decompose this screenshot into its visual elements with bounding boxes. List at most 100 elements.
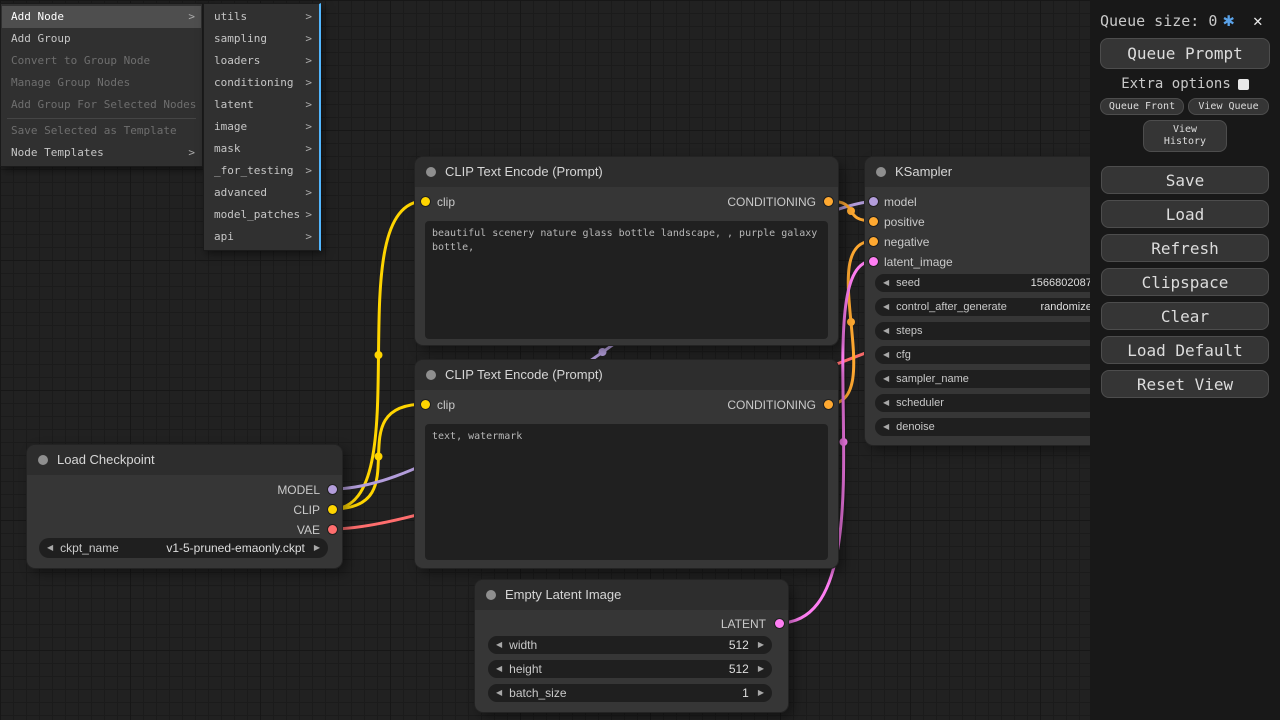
link-midpoint-dot[interactable]: [840, 438, 848, 446]
submenu-item-conditioning[interactable]: conditioning >: [205, 72, 318, 94]
widget-sampler-name[interactable]: ◀ sampler_name ▶: [875, 370, 1115, 388]
refresh-button[interactable]: Refresh: [1101, 234, 1269, 262]
submenu-arrow-icon: >: [188, 142, 195, 164]
clear-button[interactable]: Clear: [1101, 302, 1269, 330]
clipspace-button[interactable]: Clipspace: [1101, 268, 1269, 296]
submenu-item-for-testing[interactable]: _for_testing >: [205, 160, 318, 182]
decrement-icon[interactable]: ◀: [496, 665, 502, 673]
widget-batch-size[interactable]: ◀ batch_size 1 ▶: [488, 684, 772, 702]
menu-item-node-templates[interactable]: Node Templates >: [2, 142, 201, 164]
view-queue-button[interactable]: View Queue: [1188, 98, 1269, 115]
menu-item-add-group[interactable]: Add Group: [2, 28, 201, 50]
decrement-icon[interactable]: ◀: [883, 375, 889, 383]
prev-option-icon[interactable]: ◀: [47, 544, 53, 552]
input-slot-clip[interactable]: [421, 400, 430, 409]
submenu-item-latent[interactable]: latent >: [205, 94, 318, 116]
submenu-item-advanced[interactable]: advanced >: [205, 182, 318, 204]
node-title-bar[interactable]: Load Checkpoint: [27, 445, 342, 475]
input-slot-label: latent_image: [884, 255, 953, 269]
submenu-arrow-icon: >: [305, 6, 312, 28]
submenu-item-api[interactable]: api >: [205, 226, 318, 248]
reset-view-button[interactable]: Reset View: [1101, 370, 1269, 398]
node-title-bar[interactable]: KSampler: [865, 157, 1125, 187]
widget-ckpt-name[interactable]: ◀ ckpt_name v1-5-pruned-emaonly.ckpt ▶: [39, 538, 328, 558]
node-load-checkpoint[interactable]: Load Checkpoint MODEL CLIP VAE ◀ ckpt_na…: [27, 445, 342, 568]
submenu-item-model-patches[interactable]: model_patches >: [205, 204, 318, 226]
load-button[interactable]: Load: [1101, 200, 1269, 228]
collapse-dot[interactable]: [38, 455, 48, 465]
decrement-icon[interactable]: ◀: [883, 303, 889, 311]
increment-icon[interactable]: ▶: [758, 641, 764, 649]
menu-item-add-node[interactable]: Add Node >: [2, 6, 201, 28]
submenu-item-utils[interactable]: utils >: [205, 6, 318, 28]
output-slot-model[interactable]: [328, 485, 337, 494]
decrement-icon[interactable]: ◀: [496, 641, 502, 649]
widget-steps[interactable]: ◀ steps ▶: [875, 322, 1115, 340]
node-empty-latent-image[interactable]: Empty Latent Image LATENT ◀ width 512 ▶ …: [475, 580, 788, 712]
load-default-button[interactable]: Load Default: [1101, 336, 1269, 364]
decrement-icon[interactable]: ◀: [883, 351, 889, 359]
queue-prompt-button[interactable]: Queue Prompt: [1100, 38, 1270, 69]
submenu-arrow-icon: >: [305, 160, 312, 182]
menu-item-add-group-for-selected[interactable]: Add Group For Selected Nodes: [2, 94, 201, 116]
submenu-item-mask[interactable]: mask >: [205, 138, 318, 160]
prompt-textarea[interactable]: beautiful scenery nature glass bottle la…: [425, 221, 828, 339]
comfy-menu-panel: Queue size: 0 ✱ ✕ Queue Prompt Extra opt…: [1090, 0, 1280, 720]
link-midpoint-dot[interactable]: [847, 318, 855, 326]
node-title-bar[interactable]: Empty Latent Image: [475, 580, 788, 610]
node-title-bar[interactable]: CLIP Text Encode (Prompt): [415, 360, 838, 390]
input-slot-positive[interactable]: [869, 217, 878, 226]
settings-icon[interactable]: ✱: [1223, 9, 1234, 31]
widget-control-after-generate[interactable]: ◀ control_after_generate randomize ▶: [875, 298, 1115, 316]
link-midpoint-dot[interactable]: [847, 207, 855, 215]
node-title-bar[interactable]: CLIP Text Encode (Prompt): [415, 157, 838, 187]
collapse-dot[interactable]: [426, 370, 436, 380]
menu-item-convert-to-group-node[interactable]: Convert to Group Node: [2, 50, 201, 72]
link-midpoint-dot[interactable]: [599, 348, 607, 356]
prompt-textarea[interactable]: text, watermark: [425, 424, 828, 560]
menu-item-manage-group-nodes[interactable]: Manage Group Nodes: [2, 72, 201, 94]
save-button[interactable]: Save: [1101, 166, 1269, 194]
menu-item-save-selected-as-template[interactable]: Save Selected as Template: [2, 120, 201, 142]
extra-options-checkbox[interactable]: [1238, 79, 1249, 90]
input-slot-clip[interactable]: [421, 197, 430, 206]
widget-seed[interactable]: ◀ seed 1566802087 ▶: [875, 274, 1115, 292]
node-clip-text-encode-positive[interactable]: CLIP Text Encode (Prompt) clip CONDITION…: [415, 157, 838, 345]
output-slot-conditioning[interactable]: [824, 400, 833, 409]
increment-icon[interactable]: ▶: [758, 689, 764, 697]
output-slot-vae[interactable]: [328, 525, 337, 534]
collapse-dot[interactable]: [486, 590, 496, 600]
decrement-icon[interactable]: ◀: [496, 689, 502, 697]
widget-scheduler[interactable]: ◀ scheduler ▶: [875, 394, 1115, 412]
node-ksampler[interactable]: KSampler model positive negative latent_…: [865, 157, 1125, 445]
decrement-icon[interactable]: ◀: [883, 327, 889, 335]
close-icon[interactable]: ✕: [1253, 11, 1263, 30]
decrement-icon[interactable]: ◀: [883, 399, 889, 407]
collapse-dot[interactable]: [426, 167, 436, 177]
view-history-button[interactable]: View History: [1143, 120, 1227, 152]
input-slot-latent-image[interactable]: [869, 257, 878, 266]
output-slot-latent[interactable]: [775, 619, 784, 628]
collapse-dot[interactable]: [876, 167, 886, 177]
output-slot-clip[interactable]: [328, 505, 337, 514]
decrement-icon[interactable]: ◀: [883, 279, 889, 287]
widget-cfg[interactable]: ◀ cfg ▶: [875, 346, 1115, 364]
decrement-icon[interactable]: ◀: [883, 423, 889, 431]
link-midpoint-dot[interactable]: [375, 351, 383, 359]
submenu-arrow-icon: >: [305, 72, 312, 94]
widget-width[interactable]: ◀ width 512 ▶: [488, 636, 772, 654]
queue-front-button[interactable]: Queue Front: [1100, 98, 1184, 115]
submenu-item-image[interactable]: image >: [205, 116, 318, 138]
output-slot-conditioning[interactable]: [824, 197, 833, 206]
input-slot-model[interactable]: [869, 197, 878, 206]
input-slot-negative[interactable]: [869, 237, 878, 246]
increment-icon[interactable]: ▶: [758, 665, 764, 673]
graph-canvas[interactable]: CLIP Text Encode (Prompt) clip CONDITION…: [0, 0, 1280, 720]
link-midpoint-dot[interactable]: [375, 453, 383, 461]
submenu-item-sampling[interactable]: sampling >: [205, 28, 318, 50]
submenu-item-loaders[interactable]: loaders >: [205, 50, 318, 72]
node-clip-text-encode-negative[interactable]: CLIP Text Encode (Prompt) clip CONDITION…: [415, 360, 838, 568]
widget-denoise[interactable]: ◀ denoise ▶: [875, 418, 1115, 436]
next-option-icon[interactable]: ▶: [314, 544, 320, 552]
widget-height[interactable]: ◀ height 512 ▶: [488, 660, 772, 678]
